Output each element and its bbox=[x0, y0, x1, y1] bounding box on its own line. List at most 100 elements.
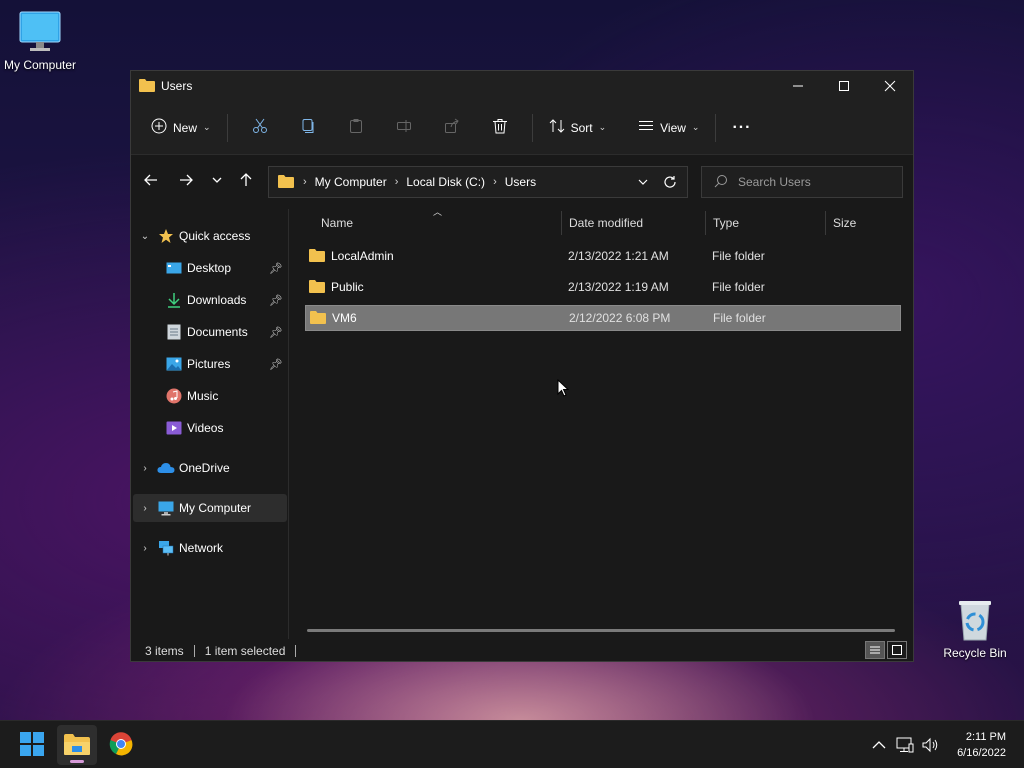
breadcrumb-my-computer[interactable]: My Computer bbox=[315, 175, 387, 189]
back-button[interactable] bbox=[135, 166, 167, 198]
search-input[interactable]: Search Users bbox=[701, 166, 903, 198]
sidebar-item-documents[interactable]: Documents 📌︎ bbox=[133, 318, 287, 346]
sidebar-item-label: Videos bbox=[187, 421, 224, 435]
recycle-bin-icon bbox=[955, 598, 995, 642]
details-view-button[interactable] bbox=[865, 641, 885, 659]
horizontal-scrollbar[interactable] bbox=[307, 629, 895, 632]
copy-button[interactable] bbox=[284, 112, 332, 144]
sidebar-item-label: Desktop bbox=[187, 261, 232, 275]
sidebar-item-videos[interactable]: Videos bbox=[133, 414, 287, 442]
toolbar-divider bbox=[715, 113, 717, 142]
column-divider[interactable] bbox=[705, 211, 706, 235]
pin-icon[interactable]: 📌︎ bbox=[269, 326, 283, 339]
music-icon bbox=[165, 387, 183, 405]
minimize-button[interactable] bbox=[775, 71, 821, 101]
folder-icon bbox=[139, 78, 155, 95]
column-header-date[interactable]: Date modified bbox=[569, 209, 705, 237]
picture-icon bbox=[165, 355, 183, 373]
table-row[interactable]: Public 2/13/2022 1:19 AM File folder bbox=[305, 274, 901, 300]
navigation-pane: ⌄ Quick access Desktop 📌︎ Downloads 📌︎ D… bbox=[131, 209, 289, 639]
more-icon: ··· bbox=[732, 118, 752, 136]
chevron-right-icon[interactable]: › bbox=[133, 503, 157, 514]
chevron-right-icon[interactable]: › bbox=[133, 543, 157, 554]
document-icon bbox=[165, 323, 183, 341]
close-button[interactable] bbox=[867, 71, 913, 101]
speaker-icon bbox=[922, 737, 938, 753]
sidebar-item-desktop[interactable]: Desktop 📌︎ bbox=[133, 254, 287, 282]
network-icon bbox=[157, 539, 175, 557]
volume-button[interactable] bbox=[918, 737, 944, 753]
file-date: 2/12/2022 6:08 PM bbox=[569, 311, 671, 325]
refresh-button[interactable] bbox=[663, 175, 677, 192]
chevron-down-icon[interactable]: ⌄ bbox=[133, 231, 157, 242]
paste-button[interactable] bbox=[332, 112, 380, 144]
search-placeholder: Search Users bbox=[738, 175, 811, 189]
desktop-icon-label: Recycle Bin bbox=[943, 646, 1007, 660]
breadcrumb-local-disk[interactable]: Local Disk (C:) bbox=[406, 175, 485, 189]
column-label: Name bbox=[321, 216, 354, 230]
column-divider[interactable] bbox=[561, 211, 562, 235]
chevron-right-icon[interactable]: › bbox=[133, 463, 157, 474]
chrome-icon bbox=[109, 731, 133, 759]
desktop-icon-my-computer[interactable]: My Computer bbox=[0, 10, 80, 72]
view-list-icon bbox=[638, 118, 654, 137]
file-date: 2/13/2022 1:19 AM bbox=[568, 280, 669, 294]
view-button[interactable]: View ⌄ bbox=[630, 112, 707, 144]
table-row-selected[interactable]: VM6 2/12/2022 6:08 PM File folder bbox=[305, 305, 901, 331]
pin-icon[interactable]: 📌︎ bbox=[269, 262, 283, 275]
breadcrumb-users[interactable]: Users bbox=[505, 175, 536, 189]
sidebar-item-pictures[interactable]: Pictures 📌︎ bbox=[133, 350, 287, 378]
file-explorer-icon bbox=[64, 733, 90, 758]
recent-locations-button[interactable] bbox=[201, 166, 233, 198]
column-divider[interactable] bbox=[825, 211, 826, 235]
sidebar-item-label: My Computer bbox=[179, 501, 252, 515]
tiles-view-button[interactable] bbox=[887, 641, 907, 659]
more-options-button[interactable]: ··· bbox=[724, 112, 759, 144]
taskbar-file-explorer[interactable] bbox=[57, 725, 97, 765]
download-icon bbox=[165, 291, 183, 309]
mouse-cursor-icon bbox=[557, 378, 570, 400]
sidebar-item-my-computer[interactable]: › My Computer bbox=[133, 494, 287, 522]
file-type: File folder bbox=[712, 249, 765, 263]
pin-icon[interactable]: 📌︎ bbox=[269, 294, 283, 307]
chevron-right-icon: › bbox=[303, 176, 307, 188]
forward-button[interactable] bbox=[170, 166, 202, 198]
desktop-icon-recycle-bin[interactable]: Recycle Bin bbox=[935, 598, 1015, 660]
address-bar[interactable]: › My Computer › Local Disk (C:) › Users bbox=[268, 166, 688, 198]
column-header-type[interactable]: Type bbox=[713, 209, 825, 237]
new-button[interactable]: New ⌄ bbox=[143, 112, 219, 144]
show-hidden-icons-button[interactable] bbox=[866, 740, 892, 750]
sort-ascending-icon: ︿ bbox=[433, 207, 443, 217]
network-wired-icon bbox=[896, 737, 914, 753]
sidebar-item-network[interactable]: › Network bbox=[133, 534, 287, 562]
sidebar-item-downloads[interactable]: Downloads 📌︎ bbox=[133, 286, 287, 314]
cut-button[interactable] bbox=[236, 112, 284, 144]
column-header-size[interactable]: Size bbox=[833, 209, 903, 237]
maximize-button[interactable] bbox=[821, 71, 867, 101]
share-button[interactable] bbox=[428, 112, 476, 144]
search-icon bbox=[714, 174, 728, 191]
title-bar[interactable]: Users bbox=[131, 71, 913, 101]
taskbar-chrome[interactable] bbox=[101, 725, 141, 765]
pin-icon[interactable]: 📌︎ bbox=[269, 358, 283, 371]
address-dropdown-button[interactable] bbox=[637, 176, 649, 191]
start-button[interactable] bbox=[12, 725, 52, 765]
sidebar-item-music[interactable]: Music bbox=[133, 382, 287, 410]
file-explorer-window: Users New ⌄ Sort ⌄ View ⌄ ··· › My Compu… bbox=[130, 70, 914, 662]
folder-icon bbox=[277, 174, 295, 191]
network-status-button[interactable] bbox=[892, 737, 918, 753]
sidebar-item-onedrive[interactable]: › OneDrive bbox=[133, 454, 287, 482]
column-label: Size bbox=[833, 216, 857, 230]
clock-date: 6/16/2022 bbox=[957, 747, 1006, 759]
rename-button[interactable] bbox=[380, 112, 428, 144]
sort-label: Sort bbox=[570, 120, 593, 135]
delete-button[interactable] bbox=[476, 112, 524, 144]
file-name: VM6 bbox=[332, 311, 357, 325]
sort-button[interactable]: Sort ⌄ bbox=[541, 112, 615, 144]
table-row[interactable]: LocalAdmin 2/13/2022 1:21 AM File folder bbox=[305, 243, 901, 269]
command-bar: New ⌄ Sort ⌄ View ⌄ ··· bbox=[131, 101, 913, 155]
clock[interactable]: 2:11 PM 6/16/2022 bbox=[944, 729, 1024, 761]
sidebar-item-quick-access[interactable]: ⌄ Quick access bbox=[133, 222, 287, 250]
up-button[interactable] bbox=[230, 166, 262, 198]
taskbar: 2:11 PM 6/16/2022 bbox=[0, 720, 1024, 768]
